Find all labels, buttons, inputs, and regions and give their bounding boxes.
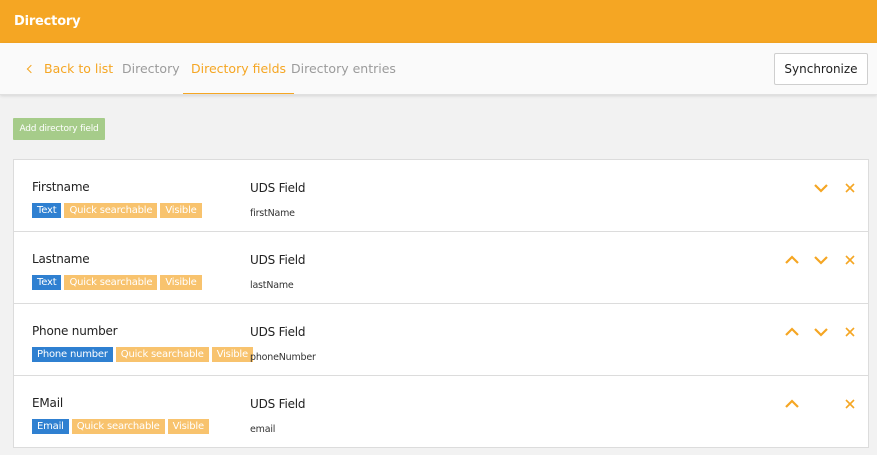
field-tags: Text Quick searchable Visible	[32, 275, 202, 290]
back-to-list-link[interactable]: Back to list	[26, 43, 114, 94]
uds-field-value: phoneNumber	[250, 352, 316, 363]
chevron-up-icon	[782, 394, 802, 414]
uds-field-label: UDS Field	[250, 325, 306, 339]
field-type-badge: Phone number	[32, 347, 113, 362]
chevron-down-icon	[811, 250, 831, 270]
uds-field-label: UDS Field	[250, 397, 306, 411]
close-icon	[840, 322, 860, 342]
field-row: Lastname Text Quick searchable Visible UDS F…	[14, 232, 868, 304]
move-down-button[interactable]	[811, 250, 831, 270]
field-type-badge: Email	[32, 419, 69, 434]
field-row: EMail Email Quick searchable Visible UDS Fie…	[14, 376, 868, 447]
field-flag-badge: Visible	[160, 203, 202, 218]
move-up-button[interactable]	[782, 394, 802, 414]
fields-list: Firstname Text Quick searchable Visible UDS …	[13, 159, 869, 448]
field-name: EMail	[32, 396, 63, 410]
delete-field-button[interactable]	[840, 250, 860, 270]
close-icon	[840, 250, 860, 270]
field-name: Lastname	[32, 252, 90, 266]
close-icon	[840, 394, 860, 414]
field-type-badge: Text	[32, 275, 62, 290]
app-header: Directory	[0, 0, 877, 43]
move-up-button[interactable]	[782, 250, 802, 270]
field-flag-badge: Quick searchable	[64, 203, 158, 218]
move-down-button[interactable]	[811, 322, 831, 342]
field-row: Firstname Text Quick searchable Visible UDS …	[14, 160, 868, 232]
add-directory-field-button[interactable]: Add directory field	[13, 118, 105, 140]
nav-bar: Back to list Directory Directory fields …	[0, 43, 877, 95]
field-tags: Text Quick searchable Visible	[32, 203, 202, 218]
uds-field-label: UDS Field	[250, 181, 306, 195]
chevron-left-icon	[26, 64, 36, 74]
uds-field-value: email	[250, 424, 276, 435]
delete-field-button[interactable]	[840, 394, 860, 414]
field-name: Phone number	[32, 324, 118, 338]
field-flag-badge: Quick searchable	[115, 347, 209, 362]
close-icon	[840, 178, 860, 198]
chevron-down-icon	[811, 178, 831, 198]
field-name: Firstname	[32, 180, 90, 194]
field-tags: Email Quick searchable Visible	[32, 419, 209, 434]
uds-field-value: lastName	[250, 280, 294, 291]
field-row: Phone number Phone number Quick searchable…	[14, 304, 868, 376]
field-flag-badge: Quick searchable	[64, 275, 158, 290]
field-flag-badge: Visible	[167, 419, 209, 434]
chevron-down-icon	[811, 322, 831, 342]
field-tags: Phone number Quick searchable Visible	[32, 347, 253, 362]
tab-directory-entries[interactable]: Directory entries	[291, 43, 396, 94]
synchronize-button[interactable]: Synchronize	[774, 53, 868, 85]
field-flag-badge: Visible	[160, 275, 202, 290]
delete-field-button[interactable]	[840, 178, 860, 198]
move-down-button[interactable]	[811, 178, 831, 198]
field-flag-badge: Visible	[211, 347, 253, 362]
uds-field-value: firstName	[250, 208, 295, 219]
page-title: Directory	[14, 14, 81, 29]
uds-field-label: UDS Field	[250, 253, 306, 267]
field-type-badge: Text	[32, 203, 62, 218]
move-up-button[interactable]	[782, 322, 802, 342]
chevron-up-icon	[782, 250, 802, 270]
tab-directory-fields[interactable]: Directory fields	[183, 43, 295, 94]
back-to-list-label: Back to list	[44, 61, 114, 76]
chevron-up-icon	[782, 322, 802, 342]
tab-directory[interactable]: Directory	[122, 43, 180, 94]
field-flag-badge: Quick searchable	[71, 419, 165, 434]
delete-field-button[interactable]	[840, 322, 860, 342]
